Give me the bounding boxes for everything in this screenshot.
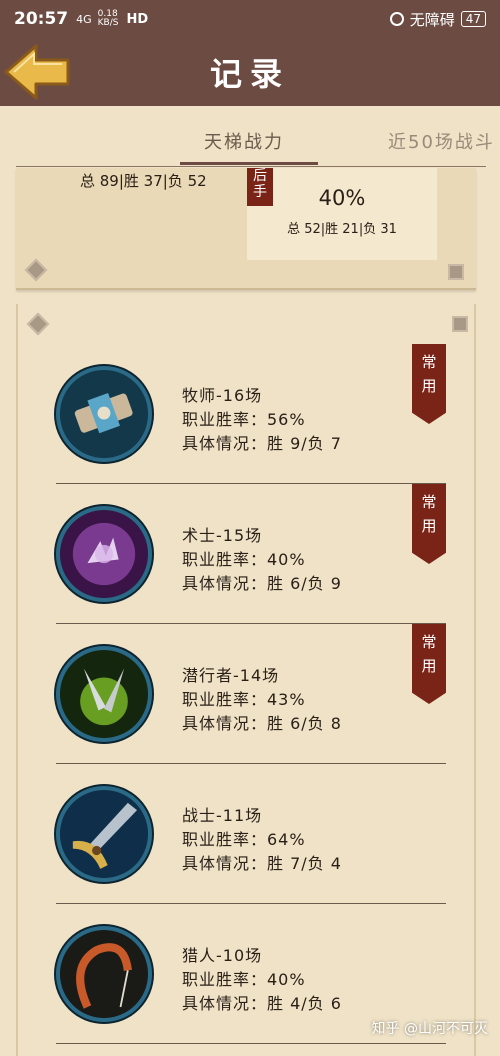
class-winrate: 职业胜率：40% (182, 970, 306, 989)
tab-ladder-power[interactable]: 天梯战力 (204, 128, 284, 154)
frequent-badge: 常用 (412, 624, 446, 704)
list-item[interactable]: 牧师-16场 职业胜率：56% 具体情况：胜 9/负 7 常用 (56, 344, 446, 484)
network-speed-unit: KB/S (97, 18, 119, 28)
class-list-panel: 牧师-16场 职业胜率：56% 具体情况：胜 9/负 7 常用 术士-15场 职… (16, 304, 476, 1056)
accessibility-icon (389, 12, 404, 26)
class-name: 术士-15场 (182, 526, 263, 545)
status-time: 20:57 (14, 9, 69, 29)
class-name: 潜行者-14场 (182, 666, 280, 685)
second-hand-winrate: 40% (318, 186, 366, 210)
battery-indicator: 47 (460, 11, 486, 27)
hunter-icon (56, 926, 152, 1022)
list-item[interactable]: 术士-15场 职业胜率：40% 具体情况：胜 6/负 9 常用 (56, 484, 446, 624)
class-name: 牧师-16场 (182, 386, 263, 405)
class-detail: 具体情况：胜 4/负 6 (182, 994, 342, 1013)
second-hand-stats: 总 52|胜 21|负 31 (287, 222, 397, 237)
class-winrate: 职业胜率：56% (182, 410, 306, 429)
class-detail: 具体情况：胜 6/负 8 (182, 714, 342, 733)
status-bar: 20:57 4G 0.18 KB/S HD 无障碍 47 (0, 0, 500, 38)
frequent-badge: 常用 (412, 344, 446, 424)
corner-ornament-icon (452, 316, 468, 332)
second-hand-tag: 后手 (247, 168, 273, 206)
total-stats: 总 89|胜 37|负 52 (80, 172, 207, 190)
warrior-icon (56, 786, 152, 882)
second-hand-box: 40% 总 52|胜 21|负 31 (247, 168, 437, 260)
corner-ornament-icon (448, 264, 464, 280)
network-speed: 0.18 KB/S (98, 10, 119, 28)
tab-active-indicator (180, 162, 318, 165)
tab-divider (16, 166, 486, 167)
priest-icon (56, 366, 152, 462)
list-item[interactable]: 战士-11场 职业胜率：64% 具体情况：胜 7/负 4 (56, 764, 446, 904)
accessibility-label: 无障碍 (409, 10, 455, 29)
class-name: 战士-11场 (182, 806, 263, 825)
title-bar: 记录 (0, 38, 500, 106)
class-detail: 具体情况：胜 9/负 7 (182, 434, 342, 453)
corner-ornament-icon (24, 258, 48, 282)
watermark: 知乎 @山河不可灭 (371, 1021, 488, 1037)
corner-ornament-icon (26, 312, 50, 336)
rogue-icon (56, 646, 152, 742)
class-detail: 具体情况：胜 7/负 4 (182, 854, 342, 873)
warlock-icon (56, 506, 152, 602)
page-title: 记录 (209, 55, 290, 93)
tab-recent-50[interactable]: 近50场战斗 (388, 128, 495, 154)
class-name: 猎人-10场 (182, 946, 263, 965)
row-divider (56, 1043, 446, 1044)
class-winrate: 职业胜率：64% (182, 830, 306, 849)
class-detail: 具体情况：胜 6/负 9 (182, 574, 342, 593)
frequent-badge: 常用 (412, 484, 446, 564)
back-arrow-icon[interactable] (2, 42, 74, 102)
signal-indicator: 4G (76, 12, 92, 26)
class-winrate: 职业胜率：43% (182, 690, 306, 709)
class-winrate: 职业胜率：40% (182, 550, 306, 569)
summary-panel: 总 89|胜 37|负 52 40% 总 52|胜 21|负 31 后手 (16, 168, 476, 290)
tab-bar: 天梯战力 近50场战斗 (0, 106, 500, 168)
list-item[interactable]: 潜行者-14场 职业胜率：43% 具体情况：胜 6/负 8 常用 (56, 624, 446, 764)
hd-indicator: HD (126, 11, 149, 27)
